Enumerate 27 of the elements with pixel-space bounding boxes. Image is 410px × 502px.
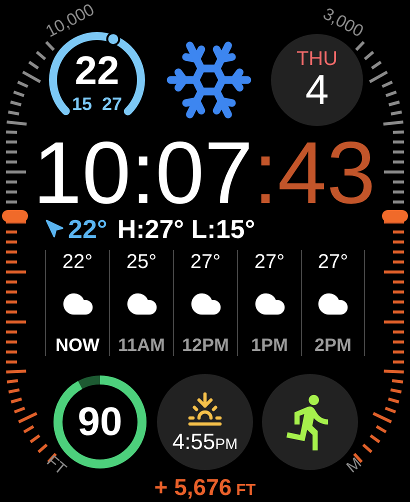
hour-label: 12PM xyxy=(182,336,230,354)
high-low-temperature: H:27° L:15° xyxy=(117,216,256,242)
time-hours-minutes: 10:07 xyxy=(33,129,254,217)
weekday: THU xyxy=(296,49,338,69)
hour-temperature: 22° xyxy=(62,252,93,272)
elevation-reading: + 5,676 FT xyxy=(154,476,256,498)
sunset-time: 4:55PM xyxy=(172,431,238,453)
day: 4 xyxy=(305,69,329,111)
scale-label: 3,000 xyxy=(320,5,366,40)
gauge-low: 15 xyxy=(72,95,92,113)
hour-label: 1PM xyxy=(250,336,288,354)
gauge-value: 22 xyxy=(74,51,120,91)
gauge-high: 27 xyxy=(102,95,122,113)
time-seconds: :43 xyxy=(253,129,376,217)
hour-temperature: 27° xyxy=(318,252,348,272)
hour-label: NOW xyxy=(56,336,100,354)
location-arrow-icon xyxy=(45,219,65,239)
unit-label: FT xyxy=(43,454,68,478)
hour-label: 2PM xyxy=(314,336,352,354)
hour-temperature: 27° xyxy=(190,252,221,272)
ring-value: 90 xyxy=(78,402,122,442)
current-temperature: 22° xyxy=(68,216,108,242)
hour-temperature: 25° xyxy=(126,252,157,272)
unit-label: M xyxy=(344,456,365,476)
hour-temperature: 27° xyxy=(254,252,285,272)
sunset-icon xyxy=(187,391,223,427)
hour-label: 11AM xyxy=(118,336,166,354)
